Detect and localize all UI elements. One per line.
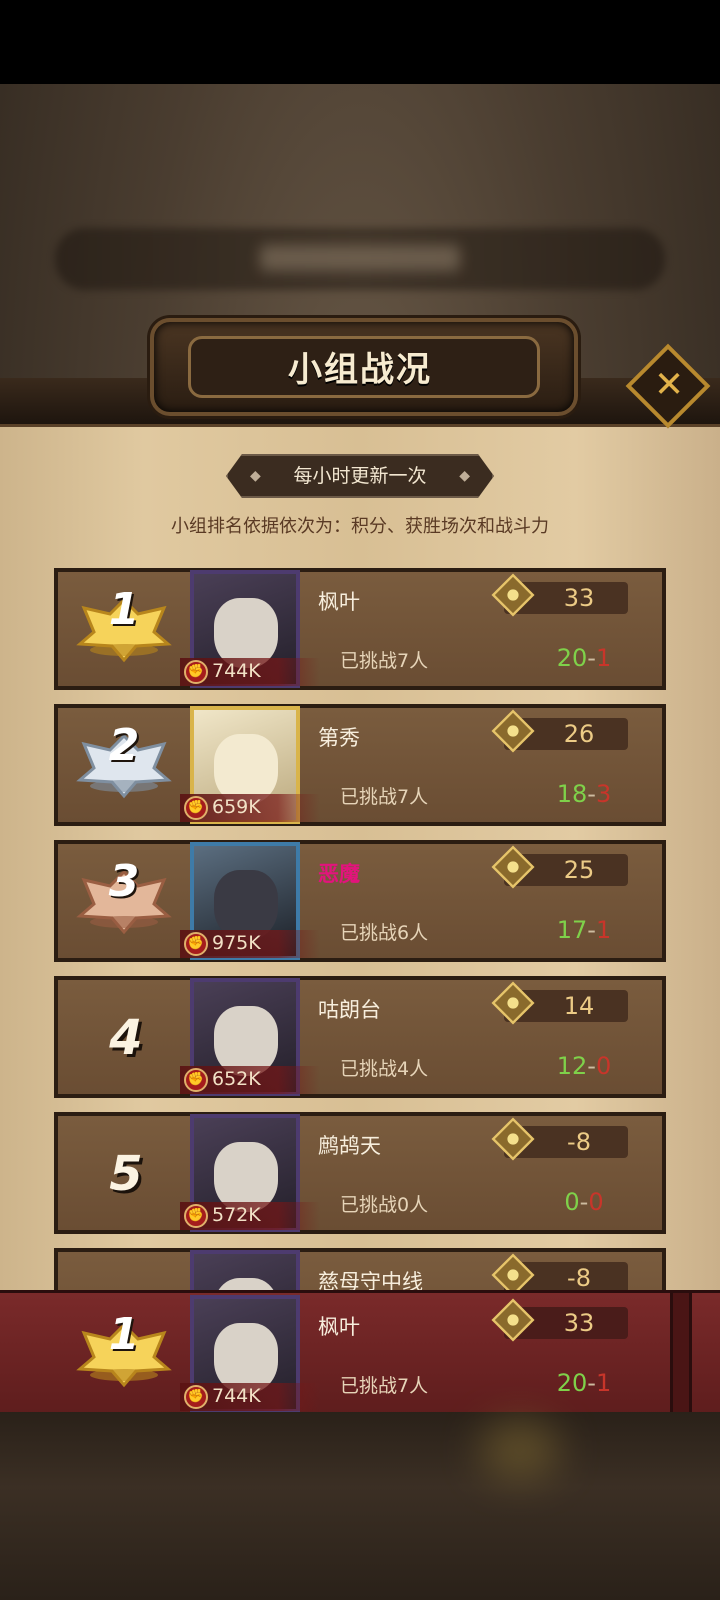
ranking-row[interactable]: 4 ✊ 652K 咕朗台 14 已挑战4人 12-0 [54, 976, 666, 1098]
combat-power-value: 659K [212, 796, 261, 818]
losses-value: 1 [595, 644, 612, 672]
win-loss-record: 20-1 [524, 1369, 644, 1397]
challenged-count: 已挑战4人 [340, 1058, 429, 1080]
challenged-count: 已挑战0人 [340, 1194, 429, 1216]
player-name: 枫叶 [318, 590, 360, 614]
ranking-rule-text: 小组排名依据依次为：积分、获胜场次和战斗力 [171, 516, 549, 537]
player-name: 鹧鸪天 [318, 1134, 381, 1158]
wins-value: 18 [556, 780, 588, 808]
ranking-row[interactable]: 1 ✊ 744K 枫叶 33 已挑战7人 20-1 [54, 1293, 666, 1415]
ranking-row[interactable]: 1 ✊ 744K 枫叶 33 已挑战7人 20-1 [54, 568, 666, 690]
wins-value: 0 [564, 1188, 580, 1216]
chevron-right-icon: ◆ [459, 468, 470, 484]
player-name: 咕朗台 [318, 998, 381, 1022]
ranking-row[interactable]: 3 ✊ 975K 恶魔 25 已挑战6人 17-1 [54, 840, 666, 962]
combat-power-value: 744K [212, 1385, 261, 1407]
win-loss-separator: - [587, 644, 596, 672]
wins-value: 17 [556, 916, 588, 944]
challenged-count: 已挑战7人 [340, 650, 429, 672]
rank-number: 5 [109, 1146, 143, 1202]
fist-icon: ✊ [184, 1204, 208, 1228]
challenged-count: 已挑战7人 [340, 786, 429, 808]
rank-number: 1 [108, 584, 140, 635]
fist-icon: ✊ [184, 796, 208, 820]
wins-value: 20 [556, 644, 588, 672]
player-name: 枫叶 [318, 1315, 360, 1339]
losses-value: 0 [595, 1052, 612, 1080]
player-name: 第秀 [318, 726, 360, 750]
chevron-left-icon: ◆ [250, 468, 261, 484]
update-notice-text: 每小时更新一次 [293, 465, 427, 487]
win-loss-record: 20-1 [524, 644, 644, 672]
score-value: -8 [567, 1128, 591, 1156]
win-loss-separator: - [587, 1052, 596, 1080]
rank-cell: 2 [58, 708, 188, 822]
win-loss-record: 0-0 [524, 1188, 644, 1216]
losses-value: 0 [588, 1188, 604, 1216]
combat-power-badge: ✊ 975K [180, 930, 320, 958]
rank-number: 1 [108, 1309, 140, 1360]
combat-power-badge: ✊ 659K [180, 794, 320, 822]
score-value: 33 [563, 1309, 595, 1337]
combat-power-value: 744K [212, 660, 261, 682]
score-value: 26 [563, 720, 595, 748]
rank-number: 2 [108, 720, 140, 771]
win-loss-separator: - [587, 1369, 596, 1397]
wins-value: 12 [556, 1052, 588, 1080]
score-value: -8 [567, 1264, 591, 1292]
score-value: 25 [563, 856, 595, 884]
blurred-background-text [260, 245, 460, 271]
combat-power-badge: ✊ 744K [180, 1383, 320, 1411]
self-ranking-bar[interactable]: 1 ✊ 744K 枫叶 33 已挑战7人 20-1 [0, 1290, 720, 1418]
challenged-count: 已挑战6人 [340, 922, 429, 944]
rank-number: 3 [108, 856, 140, 907]
win-loss-record: 18-3 [524, 780, 644, 808]
combat-power-value: 975K [212, 932, 261, 954]
losses-value: 3 [595, 780, 612, 808]
fist-icon: ✊ [184, 1068, 208, 1092]
score-value: 14 [563, 992, 595, 1020]
rank-number: 4 [109, 1010, 143, 1066]
fist-icon: ✊ [184, 660, 208, 684]
bottom-glow [480, 1420, 560, 1480]
challenged-count: 已挑战7人 [340, 1375, 429, 1397]
combat-power-badge: ✊ 572K [180, 1202, 320, 1230]
wins-value: 20 [556, 1369, 588, 1397]
fist-icon: ✊ [184, 932, 208, 956]
win-loss-record: 17-1 [524, 916, 644, 944]
combat-power-value: 652K [212, 1068, 261, 1090]
ranking-row[interactable]: 5 ✊ 572K 鹧鸪天 -8 已挑战0人 0-0 [54, 1112, 666, 1234]
rank-cell: 1 [58, 1297, 188, 1411]
player-name: 恶魔 [318, 862, 360, 886]
win-loss-separator: - [587, 916, 596, 944]
close-icon: ✕ [653, 364, 685, 406]
win-loss-separator: - [587, 780, 596, 808]
bottom-background [0, 1412, 720, 1600]
update-notice: ◆ 每小时更新一次 ◆ [226, 454, 494, 498]
rank-cell: 4 [58, 980, 188, 1094]
fist-icon: ✊ [184, 1385, 208, 1409]
page-title: 小组战况 [288, 350, 432, 390]
score-value: 33 [563, 584, 595, 612]
rank-cell: 5 [58, 1116, 188, 1230]
losses-value: 1 [595, 1369, 612, 1397]
ranking-list[interactable]: 1 ✊ 744K 枫叶 33 已挑战7人 20-1 2 ✊ 659K 第秀 26 已挑战7人 18-3 3 ✊… [0, 568, 720, 1312]
rank-cell: 1 [58, 572, 188, 686]
combat-power-badge: ✊ 652K [180, 1066, 320, 1094]
win-loss-record: 12-0 [524, 1052, 644, 1080]
losses-value: 1 [595, 916, 612, 944]
ranking-row[interactable]: 2 ✊ 659K 第秀 26 已挑战7人 18-3 [54, 704, 666, 826]
combat-power-badge: ✊ 744K [180, 658, 320, 686]
combat-power-value: 572K [212, 1204, 261, 1226]
rank-cell: 3 [58, 844, 188, 958]
